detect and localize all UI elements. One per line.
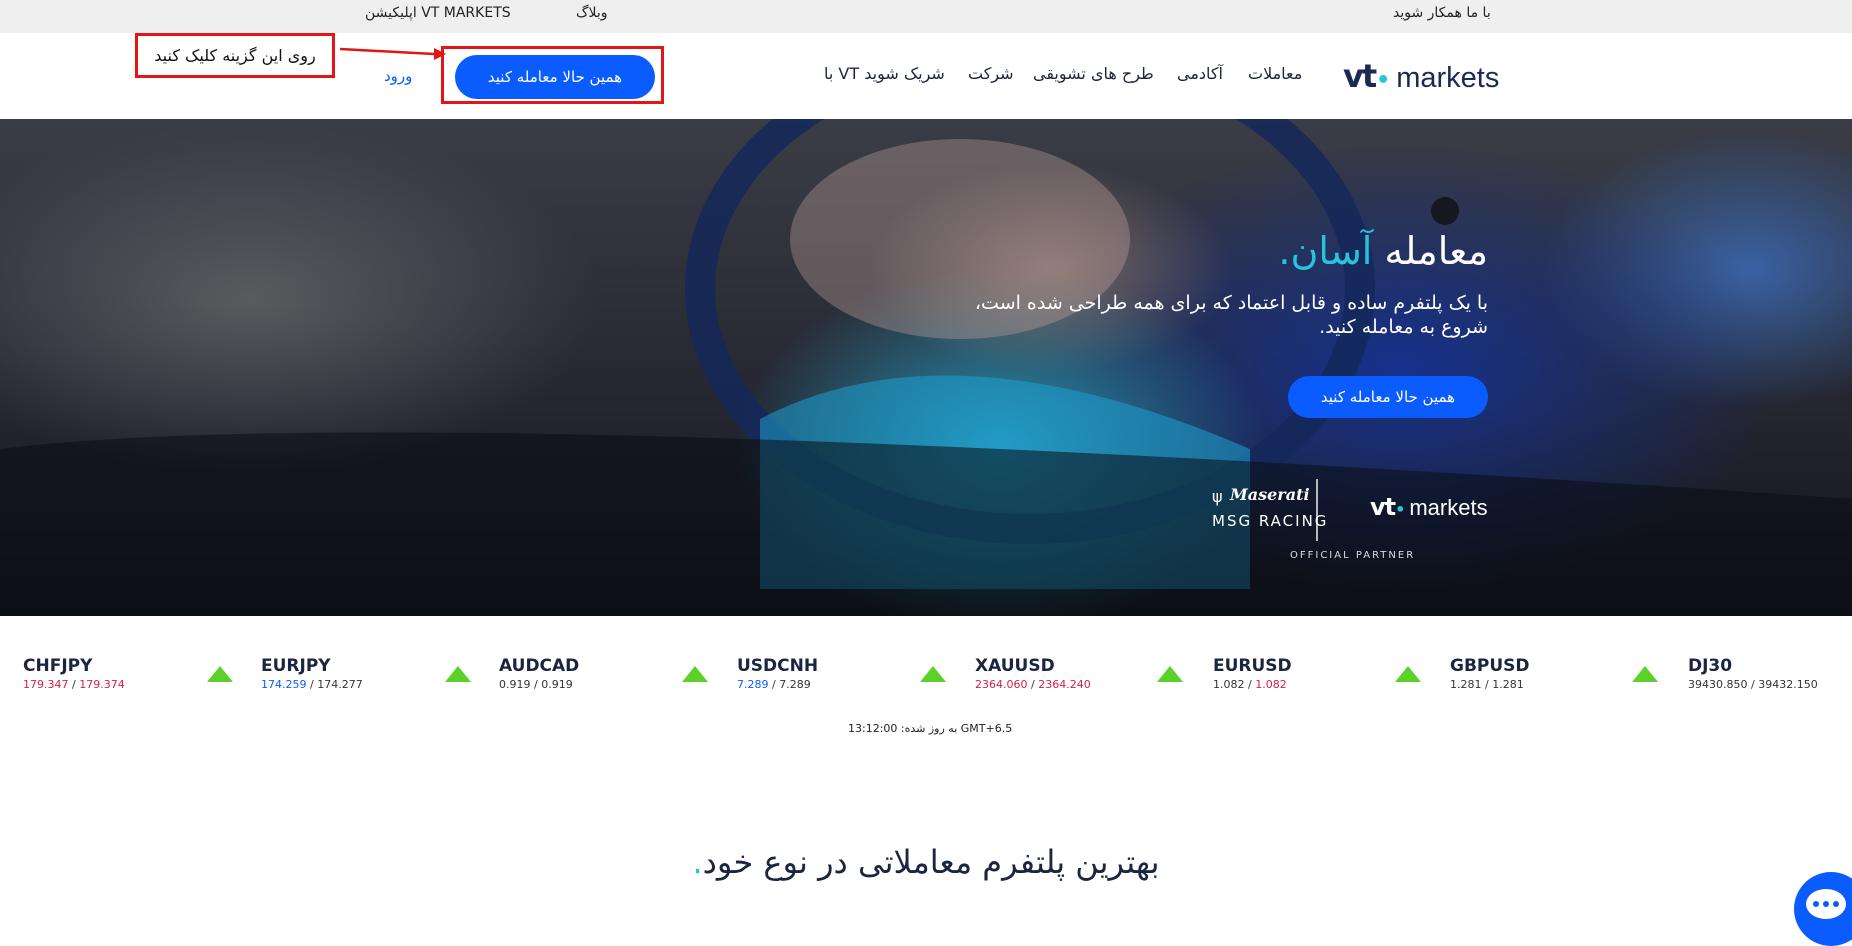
partner-logo-vt: vt [1370,493,1396,521]
official-partner-caption: OFFICIAL PARTNER [1290,550,1416,561]
partner-vt-logo: vt • markets [1370,493,1488,521]
partner-logo-dot-icon: • [1395,500,1406,519]
annotation-arrow-icon [339,47,446,60]
logo-dot-icon: • [1376,68,1391,93]
ticker-bid: 7.289 [737,678,769,691]
chat-bubble-icon [1806,889,1846,919]
ticker-price: 0.919 / 0.919 [499,678,573,691]
ticker-price: 179.347 / 179.374 [23,678,125,691]
ticker-item[interactable]: USDCNH 7.289 / 7.289 [737,656,818,691]
ticker-item[interactable]: GBPUSD 1.281 / 1.281 [1450,656,1530,691]
nav-item-trading[interactable]: معاملات [1248,64,1302,83]
partner-divider [1316,479,1318,541]
logo-vt: vt [1343,57,1377,95]
ticker-item[interactable]: AUDCAD 0.919 / 0.919 [499,656,579,691]
ticker-symbol: EURUSD [1213,656,1292,676]
ticker-bid: 39430.850 [1688,678,1748,691]
ticker-price: 1.281 / 1.281 [1450,678,1524,691]
last-updated-text: 13:12:00 :به روز شده GMT+6.5 [848,722,1013,735]
hero-banner: معامله آسان. با یک پلتفرم ساده و قابل اع… [0,119,1852,616]
up-arrow-icon [1157,666,1183,682]
annotation-label: روی این گزینه کلیک کنید [135,33,335,78]
blog-link[interactable]: وبلاگ [576,5,608,21]
partner-logo-markets: markets [1409,495,1488,520]
section-title-dot: . [692,843,703,881]
hero-title-dot: . [1278,229,1291,273]
maserati-trident-icon: ψ [1212,487,1223,506]
hero-background-image [0,119,1852,616]
ticker-bid: 2364.060 [975,678,1028,691]
ticker-bid: 179.347 [23,678,69,691]
section-title: بهترین پلتفرم معاملاتی در نوع خود. [0,843,1852,881]
login-link[interactable]: ورود [384,67,412,85]
ticker-bid: 174.259 [261,678,307,691]
app-link[interactable]: اپلیکیشن VT MARKETS [365,5,511,21]
ticker-bid: 0.919 [499,678,531,691]
partner-logos: ψ Maserati MSG RACING vt • markets OFFIC… [1210,479,1500,569]
nav-item-academy[interactable]: آکادمی [1177,64,1223,83]
hero-title: معامله آسان. [1278,229,1488,273]
ticker-price: 7.289 / 7.289 [737,678,811,691]
ticker-item[interactable]: DJ30 39430.850 / 39432.150 [1688,656,1818,691]
ticker-item[interactable]: EURJPY 174.259 / 174.277 [261,656,363,691]
ticker-symbol: GBPUSD [1450,656,1530,676]
top-bar: با ما همکار شوید وبلاگ اپلیکیشن VT MARKE… [0,0,1852,33]
ticker-symbol: EURJPY [261,656,331,676]
up-arrow-icon [1632,666,1658,682]
ticker-symbol: DJ30 [1688,656,1733,676]
up-arrow-icon [920,666,946,682]
nav-item-company[interactable]: شرکت [968,64,1014,83]
hero-title-accent: آسان [1290,229,1373,273]
nav-item-promotions[interactable]: طرح های تشویقی [1033,64,1154,83]
msg-racing-label: MSG RACING [1212,512,1329,530]
vt-markets-logo[interactable]: vt • markets [1343,57,1499,95]
ticker-ask: 174.277 [317,678,363,691]
ticker-item[interactable]: EURUSD 1.082 / 1.082 [1213,656,1292,691]
ticker-ask: 7.289 [779,678,811,691]
ticker-item[interactable]: CHFJPY 179.347 / 179.374 [23,656,125,691]
maserati-brand: Maserati [1230,485,1310,504]
hero-trade-now-button[interactable]: همین حالا معامله کنید [1288,376,1488,418]
chat-widget-button[interactable] [1794,872,1852,946]
ticker-price: 1.082 / 1.082 [1213,678,1287,691]
ticker-price: 39430.850 / 39432.150 [1688,678,1818,691]
ticker-ask: 1.281 [1492,678,1524,691]
ticker-price: 174.259 / 174.277 [261,678,363,691]
ticker-ask: 2364.240 [1038,678,1091,691]
partner-link[interactable]: با ما همکار شوید [1393,5,1491,21]
ticker-ask: 1.082 [1255,678,1287,691]
section-title-main: بهترین پلتفرم معاملاتی در نوع خود [702,843,1160,881]
ticker-symbol: USDCNH [737,656,819,676]
ticker-ask: 0.919 [541,678,573,691]
up-arrow-icon [682,666,708,682]
ticker-price: 2364.060 / 2364.240 [975,678,1091,691]
up-arrow-icon [207,666,233,682]
ticker-item[interactable]: XAUUSD 2364.060 / 2364.240 [975,656,1091,691]
hero-subtitle: با یک پلتفرم ساده و قابل اعتماد که برای … [974,292,1488,338]
ticker-symbol: CHFJPY [23,656,93,676]
logo-markets: markets [1396,62,1500,94]
nav-item-partner[interactable]: با VT شریک شوید [824,64,945,83]
ticker-ask: 179.374 [79,678,125,691]
ticker-ask: 39432.150 [1758,678,1818,691]
annotation-highlight-box [441,46,664,104]
ticker-bid: 1.082 [1213,678,1245,691]
ticker-symbol: AUDCAD [499,656,580,676]
up-arrow-icon [1395,666,1421,682]
up-arrow-icon [445,666,471,682]
hero-title-main: معامله [1372,229,1488,273]
ticker-bid: 1.281 [1450,678,1482,691]
ticker-symbol: XAUUSD [975,656,1055,676]
